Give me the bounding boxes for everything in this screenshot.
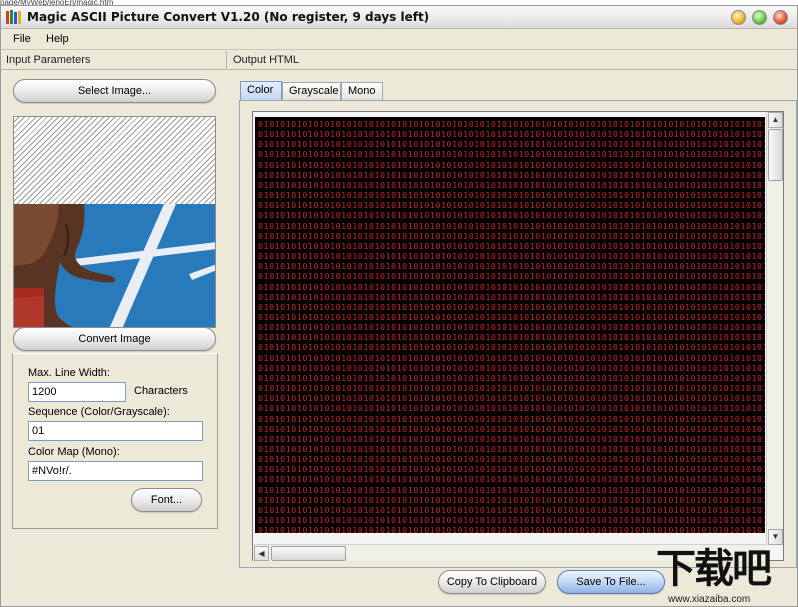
html-output-view: 0101010101010101010101010101010101010101…	[252, 111, 784, 561]
vertical-scrollbar[interactable]: ▲ ▼	[766, 112, 783, 545]
maximize-icon[interactable]	[752, 10, 767, 25]
watermark-url: www.xiazaiba.com	[668, 594, 751, 605]
watermark-logo: 下载吧	[656, 546, 772, 592]
scroll-left-arrow-icon[interactable]: ◀	[254, 546, 269, 561]
convert-image-button[interactable]: Convert Image	[13, 327, 216, 351]
output-tab-panel: 0101010101010101010101010101010101010101…	[239, 100, 797, 568]
input-parameters-header: Input Parameters	[1, 51, 227, 70]
site-watermark: 下载吧 www.xiazaiba.com	[656, 546, 797, 607]
copy-to-clipboard-button[interactable]: Copy To Clipboard	[438, 570, 546, 594]
vertical-scroll-thumb[interactable]	[768, 129, 783, 181]
menu-bar: File Help	[1, 30, 797, 50]
menu-file[interactable]: File	[13, 33, 31, 45]
ascii-art-output[interactable]: 0101010101010101010101010101010101010101…	[255, 117, 765, 533]
tab-color[interactable]: Color	[240, 81, 282, 100]
scroll-down-arrow-icon[interactable]: ▼	[768, 529, 783, 545]
color-map-label: Color Map (Mono):	[28, 446, 120, 458]
minimize-icon[interactable]	[731, 10, 746, 25]
window-title: Magic ASCII Picture Convert V1.20 (No re…	[27, 10, 430, 24]
menu-help[interactable]: Help	[46, 33, 69, 45]
select-image-button[interactable]: Select Image...	[13, 79, 216, 103]
sequence-input[interactable]: 01	[28, 421, 203, 441]
font-button[interactable]: Font...	[131, 488, 202, 512]
sequence-label: Sequence (Color/Grayscale):	[28, 406, 170, 418]
max-line-width-label: Max. Line Width:	[28, 367, 110, 379]
color-map-input[interactable]: #NVo!r/.	[28, 461, 203, 481]
tab-grayscale[interactable]: Grayscale	[282, 82, 341, 100]
close-icon[interactable]	[773, 10, 788, 25]
save-to-file-button[interactable]: Save To File...	[557, 570, 665, 594]
parameters-group: Max. Line Width: 1200 Characters Sequenc…	[12, 353, 218, 529]
title-bar: Magic ASCII Picture Convert V1.20 (No re…	[1, 6, 797, 29]
output-html-header: Output HTML	[228, 51, 797, 70]
max-line-width-input[interactable]: 1200	[28, 382, 126, 402]
tab-mono[interactable]: Mono	[341, 82, 383, 100]
app-window: Magic ASCII Picture Convert V1.20 (No re…	[0, 5, 798, 607]
horizontal-scroll-thumb[interactable]	[271, 546, 346, 561]
preview-photo	[14, 204, 215, 327]
scroll-up-arrow-icon[interactable]: ▲	[768, 112, 783, 128]
characters-label: Characters	[134, 385, 188, 397]
image-preview	[13, 116, 216, 328]
app-icon	[6, 10, 21, 24]
